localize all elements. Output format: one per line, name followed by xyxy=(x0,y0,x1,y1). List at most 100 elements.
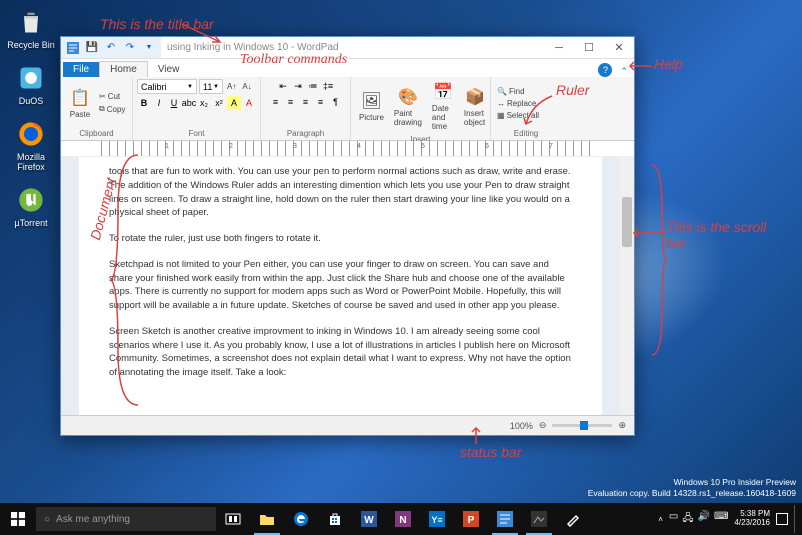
select-all-button[interactable]: ▦Select all xyxy=(495,110,541,121)
show-desktop-button[interactable] xyxy=(794,505,798,533)
shrink-font-button[interactable]: A↓ xyxy=(240,79,253,94)
battery-icon[interactable]: ▭ xyxy=(669,511,678,528)
calendar-icon: 📅 xyxy=(432,81,454,103)
action-center-icon[interactable] xyxy=(776,513,788,525)
volume-icon[interactable]: 🔊 xyxy=(698,511,710,528)
justify-button[interactable]: ≡ xyxy=(314,95,328,109)
word-icon[interactable]: W xyxy=(352,503,386,535)
paragraph: tools that are fun to work with. You can… xyxy=(109,165,572,220)
paint-drawing-button[interactable]: 🎨Paint drawing xyxy=(390,84,426,129)
ribbon-tabs: File Home View ? ⌃ xyxy=(61,59,634,77)
task-view-button[interactable] xyxy=(216,503,250,535)
svg-text:N: N xyxy=(399,515,406,526)
save-icon[interactable]: 💾 xyxy=(84,40,100,56)
svg-text:W: W xyxy=(364,515,374,526)
italic-button[interactable]: I xyxy=(152,96,166,110)
start-button[interactable] xyxy=(0,503,36,535)
document-page[interactable]: tools that are fun to work with. You can… xyxy=(79,157,602,415)
keyboard-icon[interactable]: ⌨ xyxy=(714,511,728,528)
copy-button[interactable]: ⧉Copy xyxy=(97,103,127,115)
close-button[interactable]: ✕ xyxy=(604,37,634,59)
align-right-button[interactable]: ≡ xyxy=(299,95,313,109)
zoom-level: 100% xyxy=(510,421,533,431)
ribbon: 📋 Paste ✂Cut ⧉Copy Clipboard Calibri▼ 11… xyxy=(61,77,634,141)
edge-icon[interactable] xyxy=(284,503,318,535)
svg-text:Y≡: Y≡ xyxy=(431,515,442,525)
desktop-icons: Recycle Bin DuOS Mozilla Firefox µTorren… xyxy=(6,6,56,228)
titlebar[interactable]: 💾 ↶ ↷ ▼ using Inking in Windows 10 - Wor… xyxy=(61,37,634,59)
strikethrough-button[interactable]: abc xyxy=(182,96,196,110)
collapse-ribbon-icon[interactable]: ⌃ xyxy=(620,66,628,77)
paragraph: To rotate the ruler, just use both finge… xyxy=(109,232,572,246)
underline-button[interactable]: U xyxy=(167,96,181,110)
tab-file[interactable]: File xyxy=(63,62,99,77)
tab-home[interactable]: Home xyxy=(99,61,148,77)
utorrent-icon[interactable]: µTorrent xyxy=(6,184,56,228)
app-icon xyxy=(65,40,81,56)
file-explorer-icon[interactable] xyxy=(250,503,284,535)
font-size-combo[interactable]: 11▼ xyxy=(199,79,223,94)
bold-button[interactable]: B xyxy=(137,96,151,110)
font-color-button[interactable]: A xyxy=(242,96,256,110)
zoom-slider[interactable] xyxy=(552,424,612,427)
store-icon[interactable] xyxy=(318,503,352,535)
insert-object-button[interactable]: 📦Insert object xyxy=(460,84,490,129)
font-name-combo[interactable]: Calibri▼ xyxy=(137,79,197,94)
onenote-icon[interactable]: N xyxy=(386,503,420,535)
replace-button[interactable]: ↔Replace xyxy=(495,98,541,109)
annotation-titlebar: This is the title bar xyxy=(100,16,214,34)
recycle-bin-icon[interactable]: Recycle Bin xyxy=(6,6,56,50)
find-button[interactable]: 🔍Find xyxy=(495,86,541,97)
help-button[interactable]: ? xyxy=(598,63,612,77)
paste-icon: 📋 xyxy=(69,87,91,109)
tray-chevron-icon[interactable]: ˄ xyxy=(658,515,663,524)
screen-sketch-icon[interactable] xyxy=(522,503,556,535)
zoom-in-button[interactable]: ⊕ xyxy=(618,420,626,431)
superscript-button[interactable]: x² xyxy=(212,96,226,110)
window-title: using Inking in Windows 10 - WordPad xyxy=(161,42,544,53)
picture-icon: 🖼 xyxy=(360,90,382,112)
qat-dropdown-icon[interactable]: ▼ xyxy=(141,40,157,56)
cut-button[interactable]: ✂Cut xyxy=(97,91,127,102)
select-all-icon: ▦ xyxy=(497,111,505,120)
cut-icon: ✂ xyxy=(99,92,106,101)
line-spacing-button[interactable]: ‡≡ xyxy=(321,79,335,93)
date-time-button[interactable]: 📅Date and time xyxy=(428,79,458,133)
paste-button[interactable]: 📋 Paste xyxy=(65,85,95,121)
firefox-icon[interactable]: Mozilla Firefox xyxy=(6,118,56,172)
yammer-icon[interactable]: Y≡ xyxy=(420,503,454,535)
subscript-button[interactable]: x₂ xyxy=(197,96,211,110)
wordpad-taskbar-icon[interactable] xyxy=(488,503,522,535)
object-icon: 📦 xyxy=(464,86,486,108)
zoom-out-button[interactable]: ⊖ xyxy=(539,420,547,431)
quick-access-toolbar: 💾 ↶ ↷ ▼ xyxy=(61,37,161,58)
powerpoint-icon[interactable]: P xyxy=(454,503,488,535)
paragraph-dialog-button[interactable]: ¶ xyxy=(329,95,343,109)
document-area: tools that are fun to work with. You can… xyxy=(61,157,634,415)
picture-button[interactable]: 🖼Picture xyxy=(355,88,388,124)
search-box[interactable]: ○ Ask me anything xyxy=(36,507,216,531)
redo-icon[interactable]: ↷ xyxy=(122,40,138,56)
decrease-indent-button[interactable]: ⇤ xyxy=(276,79,290,93)
annotation-help: Help xyxy=(654,56,683,74)
bullets-button[interactable]: ≔ xyxy=(306,79,320,93)
network-icon[interactable]: 🖧 xyxy=(682,511,693,528)
text-highlight-button[interactable]: A xyxy=(227,96,241,110)
tab-view[interactable]: View xyxy=(148,62,190,77)
scrollbar-thumb[interactable] xyxy=(622,197,632,247)
annotation-scroll-brace xyxy=(648,160,668,360)
cortana-icon: ○ xyxy=(44,514,50,525)
find-icon: 🔍 xyxy=(497,87,507,96)
align-left-button[interactable]: ≡ xyxy=(269,95,283,109)
ink-workspace-icon[interactable] xyxy=(556,503,590,535)
align-center-button[interactable]: ≡ xyxy=(284,95,298,109)
increase-indent-button[interactable]: ⇥ xyxy=(291,79,305,93)
clock[interactable]: 5:38 PM 4/23/2016 xyxy=(734,510,770,528)
grow-font-button[interactable]: A↑ xyxy=(225,79,238,94)
vertical-scrollbar[interactable] xyxy=(620,157,634,415)
undo-icon[interactable]: ↶ xyxy=(103,40,119,56)
maximize-button[interactable]: ☐ xyxy=(574,37,604,59)
ruler[interactable]: 123 4567 xyxy=(61,141,634,157)
minimize-button[interactable]: ─ xyxy=(544,37,574,59)
duos-icon[interactable]: DuOS xyxy=(6,62,56,106)
